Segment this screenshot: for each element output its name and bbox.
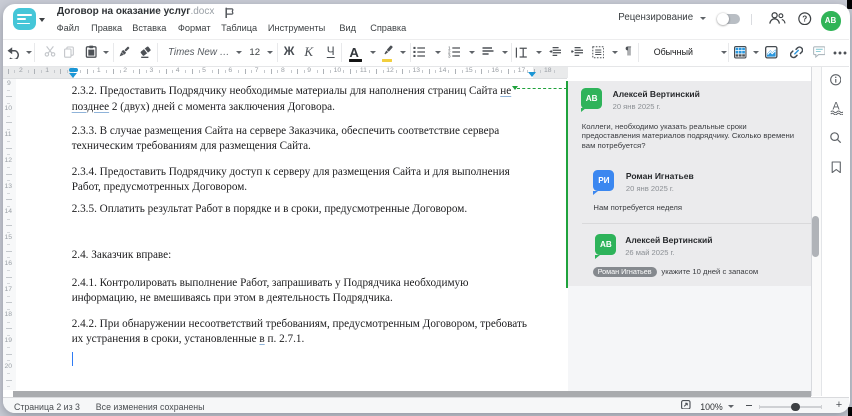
svg-text:?: ? — [802, 14, 807, 23]
svg-text:3: 3 — [448, 54, 451, 58]
